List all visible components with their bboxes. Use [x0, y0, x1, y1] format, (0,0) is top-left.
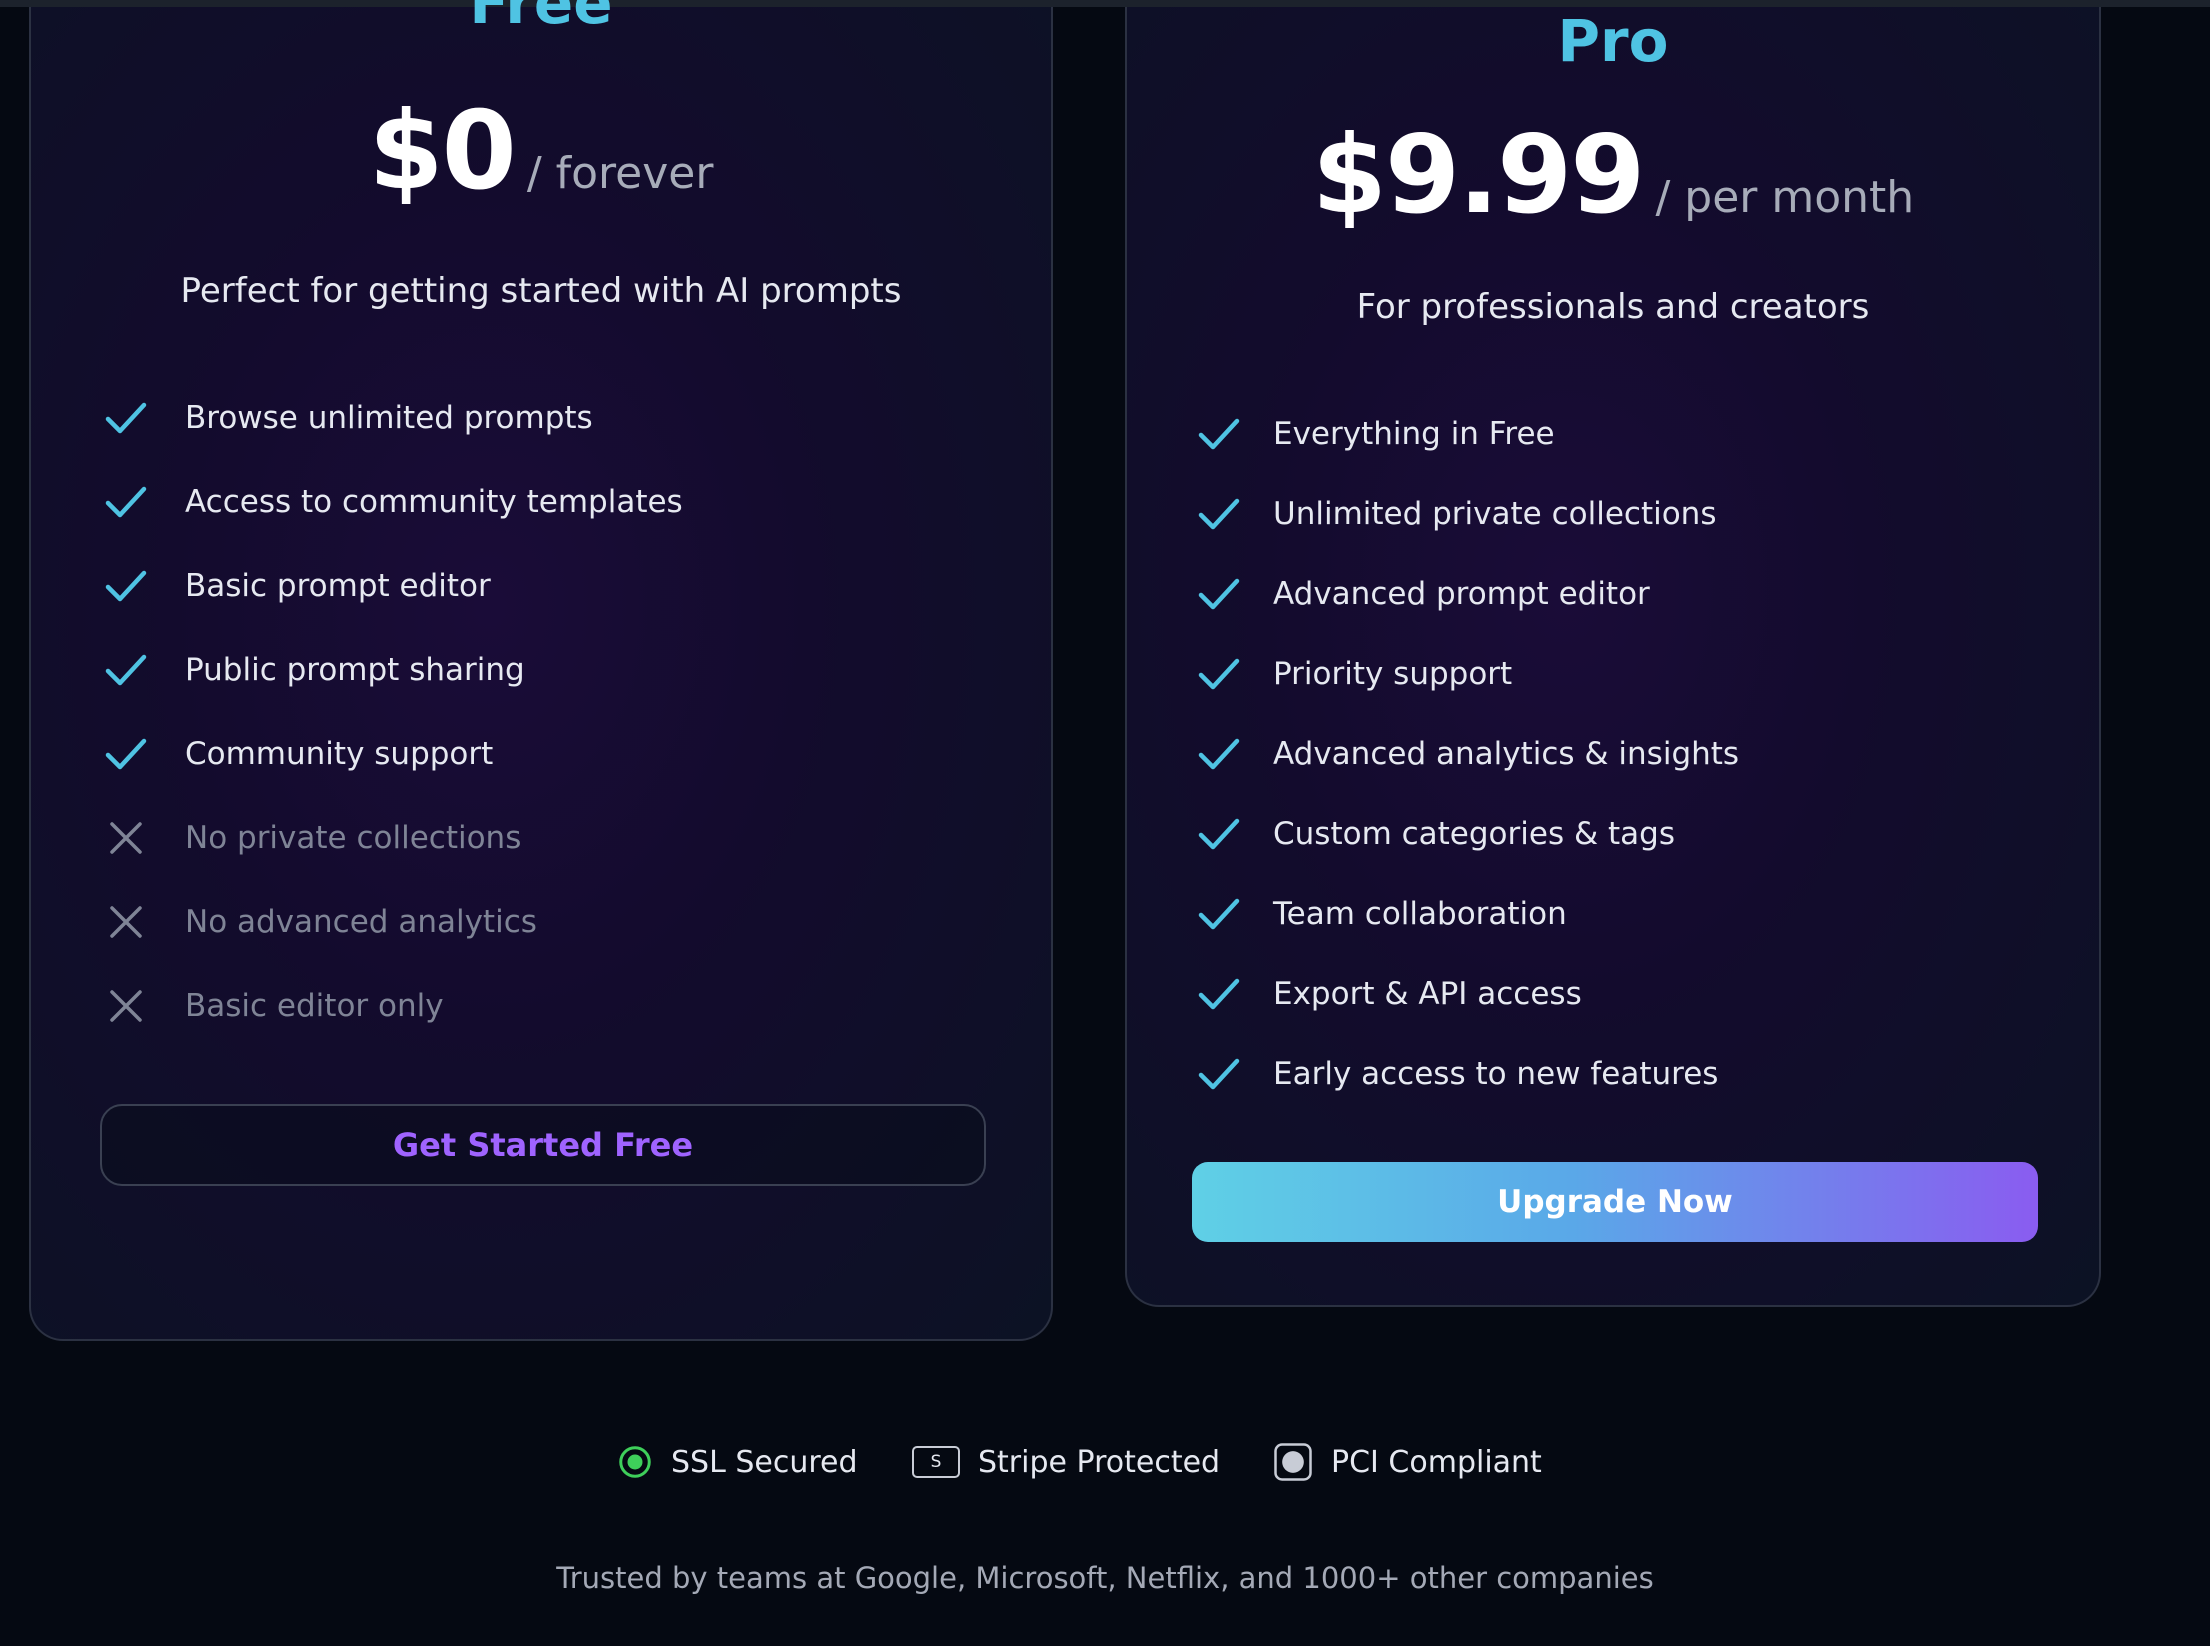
- badge-label: SSL Secured: [671, 1444, 858, 1480]
- feature-label: Unlimited private collections: [1273, 496, 1717, 532]
- stripe-icon-letter: S: [930, 1452, 942, 1472]
- feature-label: Advanced analytics & insights: [1273, 736, 1740, 772]
- feature-item: Advanced analytics & insights: [1195, 726, 1739, 782]
- price: $9.99: [1311, 113, 1646, 238]
- feature-item: Basic editor only: [102, 978, 444, 1034]
- feature-label: Advanced prompt editor: [1273, 576, 1650, 612]
- feature-label: No advanced analytics: [185, 904, 537, 940]
- price-period: / forever: [526, 148, 714, 199]
- check-icon: [105, 738, 147, 770]
- badge-label: PCI Compliant: [1331, 1444, 1542, 1480]
- feature-label: Everything in Free: [1273, 416, 1555, 452]
- check-icon: [1198, 498, 1240, 530]
- feature-item: Access to community templates: [102, 474, 683, 530]
- check-icon: [1198, 818, 1240, 850]
- get-started-free-button[interactable]: Get Started Free: [100, 1104, 986, 1186]
- cross-icon: [110, 906, 142, 938]
- trusted-by-text: Trusted by teams at Google, Microsoft, N…: [556, 1561, 1654, 1595]
- feature-label: Access to community templates: [185, 484, 683, 520]
- check-icon: [1198, 658, 1240, 690]
- trust-badges: SSL Secured S Stripe Protected PCI Compl…: [0, 1438, 2210, 1486]
- ssl-radio-icon: [619, 1446, 651, 1478]
- upgrade-now-button[interactable]: Upgrade Now: [1192, 1162, 2038, 1242]
- check-icon: [1198, 418, 1240, 450]
- stripe-s-icon: S: [912, 1446, 960, 1478]
- check-icon: [1198, 1058, 1240, 1090]
- feature-item: Basic prompt editor: [102, 558, 491, 614]
- plan-description: Perfect for getting started with AI prom…: [180, 271, 902, 311]
- feature-label: Public prompt sharing: [185, 652, 525, 688]
- feature-label: Custom categories & tags: [1273, 816, 1675, 852]
- pci-badge: PCI Compliant: [1273, 1438, 1542, 1486]
- feature-label: Basic editor only: [185, 988, 444, 1024]
- feature-label: Priority support: [1273, 656, 1513, 692]
- feature-item: Early access to new features: [1195, 1046, 1718, 1102]
- feature-item: Export & API access: [1195, 966, 1582, 1022]
- feature-label: Browse unlimited prompts: [185, 400, 593, 436]
- plan-name: Free: [469, 0, 613, 37]
- feature-item: No private collections: [102, 810, 521, 866]
- price-row: $0/ forever: [31, 89, 1051, 214]
- feature-label: No private collections: [185, 820, 522, 856]
- feature-item: No advanced analytics: [102, 894, 537, 950]
- cross-icon: [110, 990, 142, 1022]
- feature-label: Export & API access: [1273, 976, 1582, 1012]
- price: $0: [368, 89, 517, 214]
- price-period: / per month: [1655, 172, 1915, 223]
- badge-label: Stripe Protected: [978, 1444, 1221, 1480]
- check-icon: [1198, 578, 1240, 610]
- plan-description: For professionals and creators: [1356, 287, 1870, 327]
- feature-item: Advanced prompt editor: [1195, 566, 1650, 622]
- stripe-badge: S Stripe Protected: [912, 1438, 1220, 1486]
- feature-item: Team collaboration: [1195, 886, 1567, 942]
- feature-item: Community support: [102, 726, 493, 782]
- pro-plan-card: Pro $9.99/ per month For professionals a…: [1125, 7, 2101, 1307]
- check-icon: [1198, 738, 1240, 770]
- check-icon: [105, 570, 147, 602]
- feature-item: Priority support: [1195, 646, 1512, 702]
- free-plan-card: Free $0/ forever Perfect for getting sta…: [29, 0, 1053, 1341]
- feature-item: Unlimited private collections: [1195, 486, 1716, 542]
- check-icon: [105, 402, 147, 434]
- check-icon: [1198, 898, 1240, 930]
- feature-label: Early access to new features: [1273, 1056, 1719, 1092]
- feature-item: Custom categories & tags: [1195, 806, 1675, 862]
- feature-label: Team collaboration: [1273, 896, 1567, 932]
- cross-icon: [110, 822, 142, 854]
- check-icon: [105, 486, 147, 518]
- plan-name: Pro: [1557, 7, 1669, 75]
- check-icon: [1198, 978, 1240, 1010]
- feature-item: Everything in Free: [1195, 406, 1555, 462]
- feature-item: Public prompt sharing: [102, 642, 525, 698]
- pci-circle-icon: [1274, 1443, 1312, 1481]
- feature-label: Community support: [185, 736, 494, 772]
- check-icon: [105, 654, 147, 686]
- feature-item: Browse unlimited prompts: [102, 390, 593, 446]
- feature-label: Basic prompt editor: [185, 568, 491, 604]
- price-row: $9.99/ per month: [1127, 113, 2099, 238]
- ssl-badge: SSL Secured: [617, 1438, 858, 1486]
